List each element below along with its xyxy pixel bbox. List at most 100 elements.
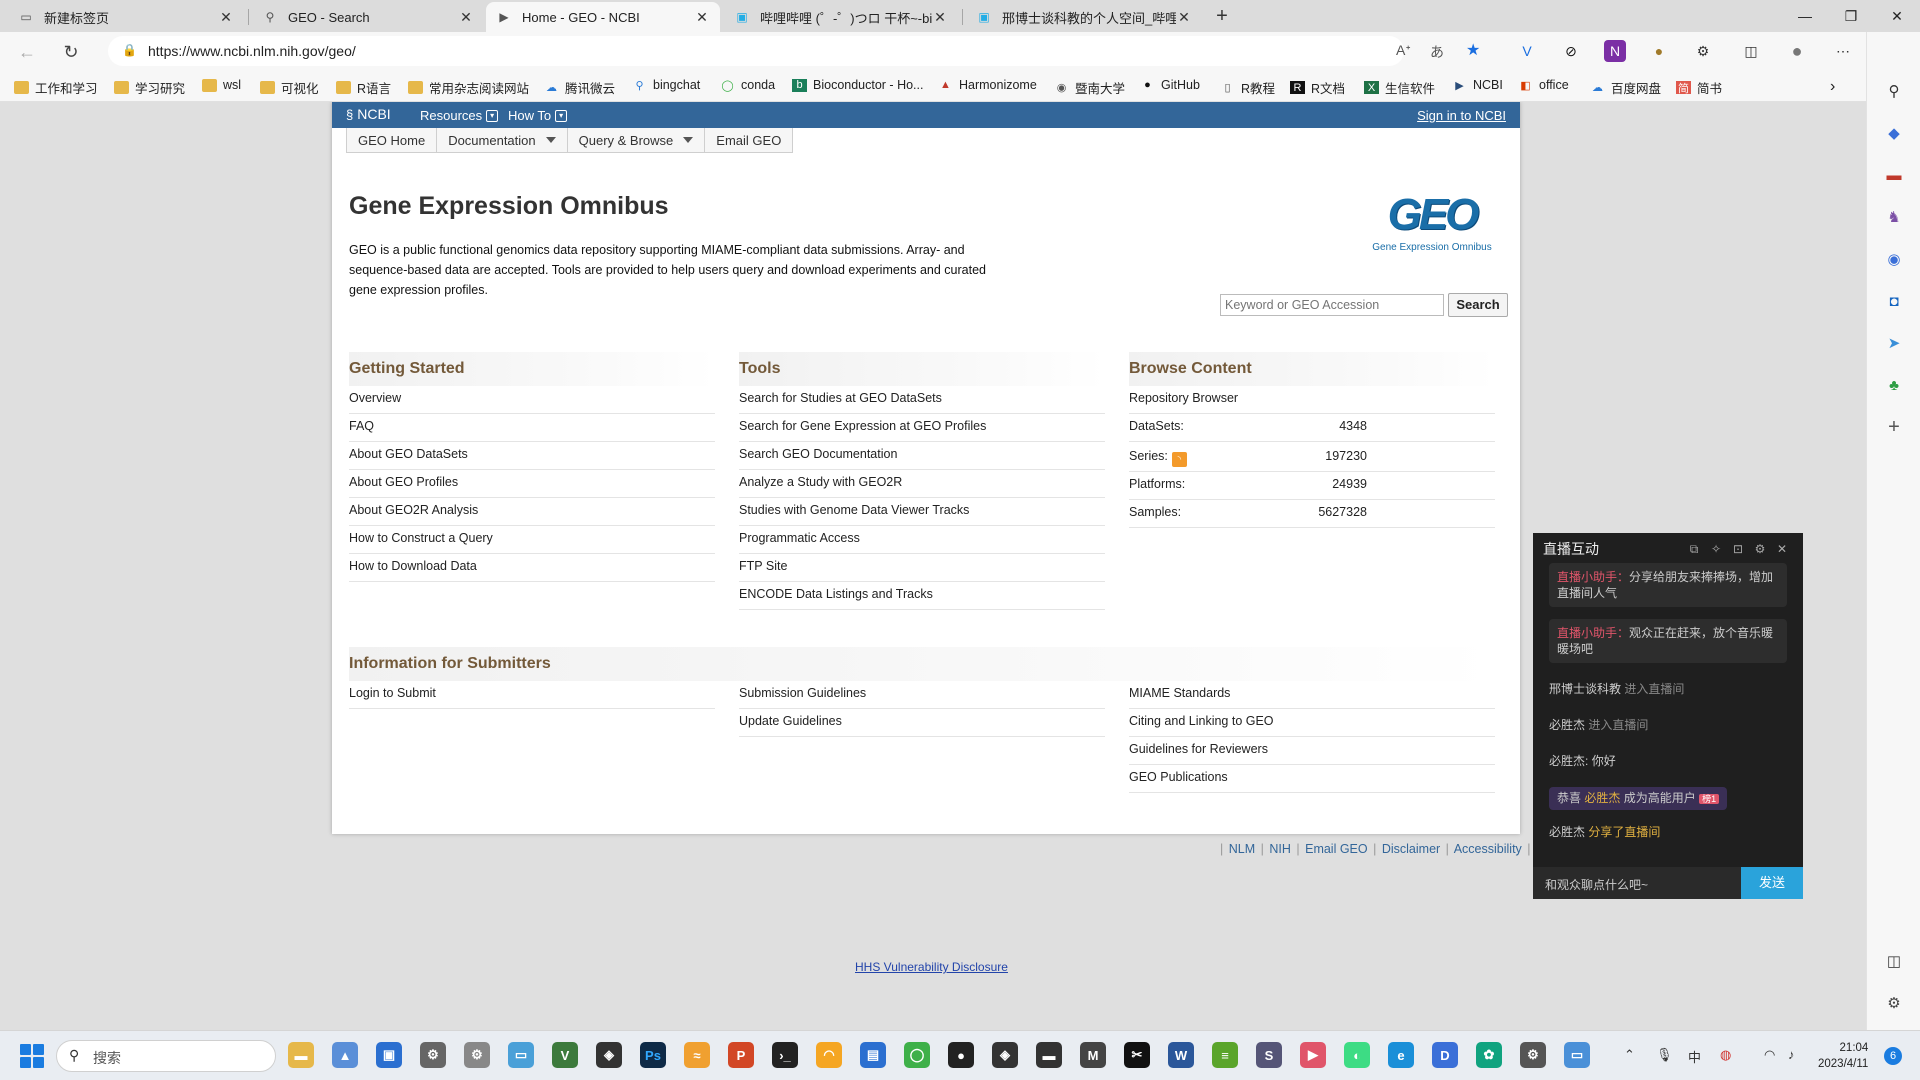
lock-icon[interactable]: ⊡	[1727, 542, 1749, 556]
list-item[interactable]: Search for Studies at GEO DataSets	[739, 386, 1105, 414]
sidebar-send-icon[interactable]: ➤	[1883, 332, 1905, 354]
bookmark-item[interactable]: 常用杂志阅读网站	[408, 78, 529, 97]
tray-chevron-icon[interactable]: ⌃	[1624, 1047, 1635, 1063]
bookmark-item[interactable]: R R文档	[1290, 78, 1345, 97]
sidebar-settings-icon[interactable]: ⚙	[1883, 992, 1905, 1014]
bookmark-item[interactable]: wsl	[202, 78, 241, 92]
samples-count-row[interactable]: Samples: 5627328	[1129, 500, 1495, 528]
close-icon[interactable]: ✕	[458, 9, 474, 26]
wifi-icon[interactable]: ◠	[1764, 1047, 1775, 1063]
chatgpt-icon[interactable]: ✿	[1476, 1042, 1502, 1068]
bookmark-item[interactable]: ◧ office	[1518, 78, 1568, 92]
powerpoint-icon[interactable]: P	[728, 1042, 754, 1068]
list-item[interactable]: MIAME Standards	[1129, 681, 1495, 709]
hhs-vulnerability-link[interactable]: HHS Vulnerability Disclosure	[855, 960, 1008, 974]
photos-icon[interactable]: ▲	[332, 1042, 358, 1068]
split-screen-icon[interactable]: ◫	[1740, 40, 1762, 62]
how-to-menu[interactable]: How To ▾	[508, 108, 568, 123]
bookmark-item[interactable]: ▯ R教程	[1220, 78, 1275, 97]
app-d-icon[interactable]: D	[1432, 1042, 1458, 1068]
mute-icon[interactable]: ✧	[1705, 542, 1727, 556]
close-icon[interactable]: ✕	[694, 9, 710, 26]
ncbi-logo[interactable]: § NCBI	[346, 106, 391, 122]
extension-v-icon[interactable]: V	[1516, 40, 1538, 62]
footer-link-disclaimer[interactable]: Disclaimer	[1382, 842, 1440, 856]
anaconda-icon[interactable]: ◯	[904, 1042, 930, 1068]
list-item[interactable]: Analyze a Study with GEO2R	[739, 470, 1105, 498]
profile-avatar-icon[interactable]: ●	[1786, 40, 1808, 62]
list-item[interactable]: About GEO2R Analysis	[349, 498, 715, 526]
list-item[interactable]: Update Guidelines	[739, 709, 1105, 737]
jupyter-icon[interactable]: ◠	[816, 1042, 842, 1068]
close-icon[interactable]: ✕	[1771, 542, 1793, 556]
sidebar-panel-icon[interactable]: ◫	[1883, 950, 1905, 972]
extension-avatar-icon[interactable]: ●	[1648, 40, 1670, 62]
onenote-icon[interactable]: N	[1604, 40, 1626, 62]
repository-browser-link[interactable]: Repository Browser	[1129, 386, 1495, 414]
series-count-row[interactable]: Series: ◝ 197230	[1129, 442, 1495, 472]
sidebar-add-icon[interactable]: +	[1883, 416, 1905, 438]
bookmark-item[interactable]: ◉ 暨南大学	[1054, 78, 1125, 97]
bookmark-item[interactable]: 简简书	[1676, 78, 1722, 97]
unity-hub-icon[interactable]: ◈	[992, 1042, 1018, 1068]
more-menu-icon[interactable]: ⋯	[1832, 40, 1854, 62]
nav-query-browse[interactable]: Query & Browse	[567, 128, 706, 152]
close-window-button[interactable]: ✕	[1874, 0, 1920, 32]
refresh-button[interactable]: ↻	[58, 39, 84, 65]
back-button[interactable]: ←	[14, 39, 40, 65]
sign-in-link[interactable]: Sign in to NCBI	[1417, 108, 1506, 123]
tab-geo-search[interactable]: ⚲ GEO - Search ✕	[252, 2, 484, 32]
bookmark-item[interactable]: ● GitHub	[1140, 78, 1200, 92]
unity-icon[interactable]: ◈	[596, 1042, 622, 1068]
list-item[interactable]: ENCODE Data Listings and Tracks	[739, 582, 1105, 610]
sidebar-search-icon[interactable]: ⚲	[1883, 80, 1905, 102]
minimize-button[interactable]: —	[1782, 0, 1828, 32]
close-icon[interactable]: ✕	[218, 9, 234, 26]
volume-icon[interactable]: ♪	[1788, 1047, 1795, 1062]
store-icon[interactable]: ▣	[376, 1042, 402, 1068]
bookmark-item[interactable]: ☁ 腾讯微云	[544, 78, 615, 97]
platforms-count-row[interactable]: Platforms: 24939	[1129, 472, 1495, 500]
footer-link-accessibility[interactable]: Accessibility	[1454, 842, 1522, 856]
favorite-star-icon[interactable]: ★	[1466, 40, 1480, 60]
list-item[interactable]: Search GEO Documentation	[739, 442, 1105, 470]
rss-feed-icon[interactable]: ◝	[1171, 452, 1187, 467]
nav-documentation[interactable]: Documentation	[437, 128, 568, 152]
bookmark-item[interactable]: ◯ conda	[720, 78, 775, 92]
list-item[interactable]: Search for Gene Expression at GEO Profil…	[739, 414, 1105, 442]
layers-app-icon[interactable]: ≡	[1212, 1042, 1238, 1068]
window-app-icon[interactable]: ▤	[860, 1042, 886, 1068]
list-item[interactable]: Overview	[349, 386, 715, 414]
list-item[interactable]: Citing and Linking to GEO	[1129, 709, 1495, 737]
sidebar-tree-icon[interactable]: ♣	[1883, 374, 1905, 396]
notification-badge[interactable]: 6	[1884, 1047, 1902, 1065]
lock-icon[interactable]: 🔒	[122, 43, 137, 57]
resources-menu[interactable]: Resources ▾	[420, 108, 499, 123]
list-item[interactable]: Guidelines for Reviewers	[1129, 737, 1495, 765]
clock[interactable]: 21:04 2023/4/11	[1818, 1040, 1868, 1072]
bookmark-item[interactable]: ▲ Harmonizome	[938, 78, 1037, 92]
sdk-icon[interactable]: ⚙	[1520, 1042, 1546, 1068]
bookmarks-more-chevron-icon[interactable]: ›	[1830, 78, 1835, 96]
bookmark-item[interactable]: ▶ NCBI	[1452, 78, 1503, 92]
bookmark-item[interactable]: R语言	[336, 78, 391, 97]
close-icon[interactable]: ✕	[1176, 9, 1192, 26]
settings-icon[interactable]: ⚙	[1749, 542, 1771, 556]
ime-icon[interactable]: 中	[1688, 1047, 1701, 1066]
sidebar-shopping-icon[interactable]: ◆	[1883, 122, 1905, 144]
sidebar-tools-icon[interactable]: ▬	[1883, 164, 1905, 186]
restore-button[interactable]: ❐	[1828, 0, 1874, 32]
settings-icon[interactable]: ⚙	[420, 1042, 446, 1068]
bookmark-item[interactable]: 工作和学习	[14, 78, 98, 97]
list-item[interactable]: FAQ	[349, 414, 715, 442]
microphone-icon[interactable]: 🎙	[1656, 1047, 1673, 1063]
close-icon[interactable]: ✕	[932, 9, 948, 26]
tab-geo-home[interactable]: ▶ Home - GEO - NCBI ✕	[486, 2, 720, 32]
tab-bilibili[interactable]: ▣ 哔哩哔哩 (゜-゜)つロ 干杯~-bili ✕	[724, 2, 958, 32]
geo-search-button[interactable]: Search	[1448, 293, 1508, 317]
app-icon[interactable]: ≈	[684, 1042, 710, 1068]
nav-email-geo[interactable]: Email GEO	[705, 128, 794, 152]
start-menu-icon[interactable]	[20, 1044, 44, 1068]
edge-icon[interactable]: e	[1388, 1042, 1414, 1068]
app-window-icon[interactable]: ▭	[1564, 1042, 1590, 1068]
